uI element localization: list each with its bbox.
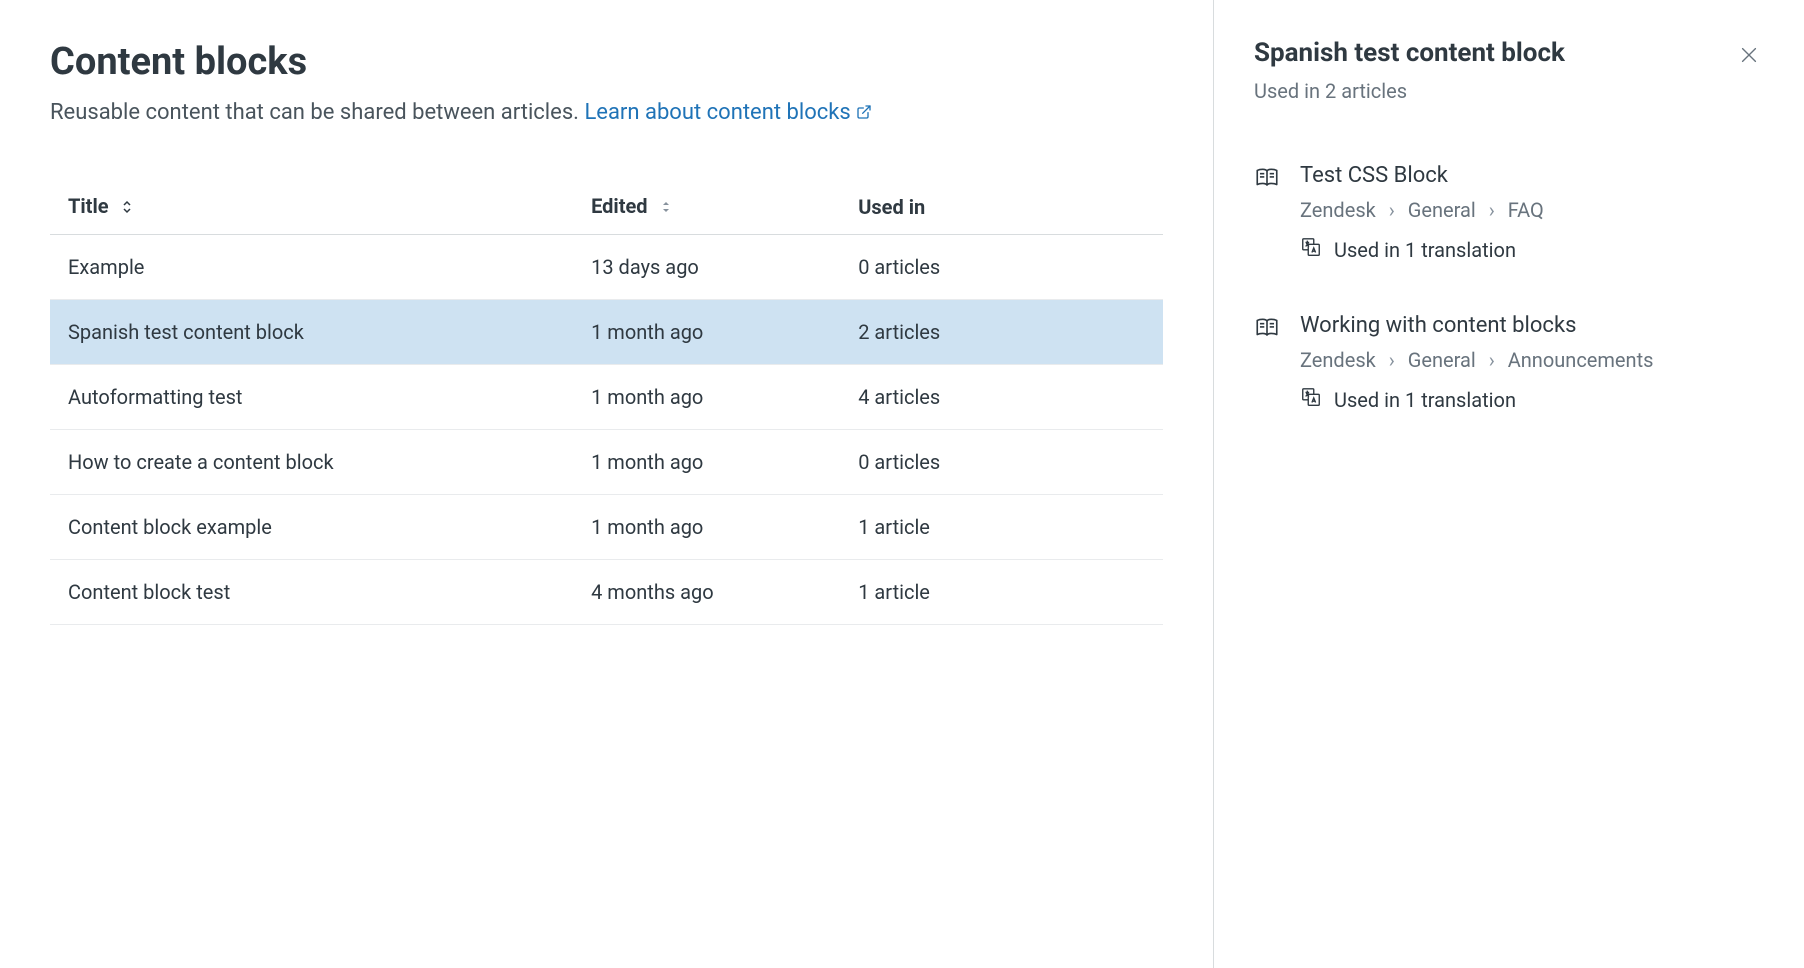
article-title: Working with content blocks bbox=[1300, 313, 1764, 338]
book-icon bbox=[1254, 165, 1280, 263]
close-icon bbox=[1738, 54, 1760, 69]
details-panel: Spanish test content block Used in 2 art… bbox=[1214, 0, 1804, 968]
translation-info: Used in 1 translation bbox=[1300, 386, 1764, 413]
panel-title: Spanish test content block bbox=[1254, 38, 1565, 68]
table-row[interactable]: Example 13 days ago 0 articles bbox=[50, 234, 1163, 299]
chevron-right-icon: › bbox=[1389, 348, 1395, 372]
page-subtitle: Reusable content that can be shared betw… bbox=[50, 96, 1163, 130]
chevron-right-icon: › bbox=[1489, 348, 1495, 372]
column-header-title[interactable]: Title bbox=[50, 180, 573, 234]
panel-subtitle: Used in 2 articles bbox=[1254, 79, 1764, 103]
content-blocks-table: Title Edited Used in bbox=[50, 180, 1163, 625]
book-icon bbox=[1254, 315, 1280, 413]
close-button[interactable] bbox=[1734, 40, 1764, 73]
table-row[interactable]: Content block example 1 month ago 1 arti… bbox=[50, 494, 1163, 559]
table-row[interactable]: Content block test 4 months ago 1 articl… bbox=[50, 559, 1163, 624]
table-row[interactable]: Autoformatting test 1 month ago 4 articl… bbox=[50, 364, 1163, 429]
external-link-icon bbox=[856, 97, 872, 130]
breadcrumb: Zendesk › General › FAQ bbox=[1300, 198, 1764, 222]
column-header-used-in[interactable]: Used in bbox=[840, 180, 1163, 234]
main-content: Content blocks Reusable content that can… bbox=[0, 0, 1214, 968]
page-title: Content blocks bbox=[50, 40, 1163, 84]
chevron-right-icon: › bbox=[1489, 198, 1495, 222]
table-row[interactable]: How to create a content block 1 month ag… bbox=[50, 429, 1163, 494]
table-row[interactable]: Spanish test content block 1 month ago 2… bbox=[50, 299, 1163, 364]
article-item[interactable]: Test CSS Block Zendesk › General › FAQ U… bbox=[1254, 163, 1764, 263]
article-item[interactable]: Working with content blocks Zendesk › Ge… bbox=[1254, 313, 1764, 413]
column-header-edited[interactable]: Edited bbox=[573, 180, 840, 234]
learn-link[interactable]: Learn about content blocks bbox=[584, 100, 872, 125]
article-title: Test CSS Block bbox=[1300, 163, 1764, 188]
translation-icon bbox=[1300, 386, 1322, 413]
breadcrumb: Zendesk › General › Announcements bbox=[1300, 348, 1764, 372]
sort-icon bbox=[120, 196, 134, 220]
chevron-right-icon: › bbox=[1389, 198, 1395, 222]
sort-icon bbox=[659, 196, 673, 220]
translation-info: Used in 1 translation bbox=[1300, 236, 1764, 263]
translation-icon bbox=[1300, 236, 1322, 263]
